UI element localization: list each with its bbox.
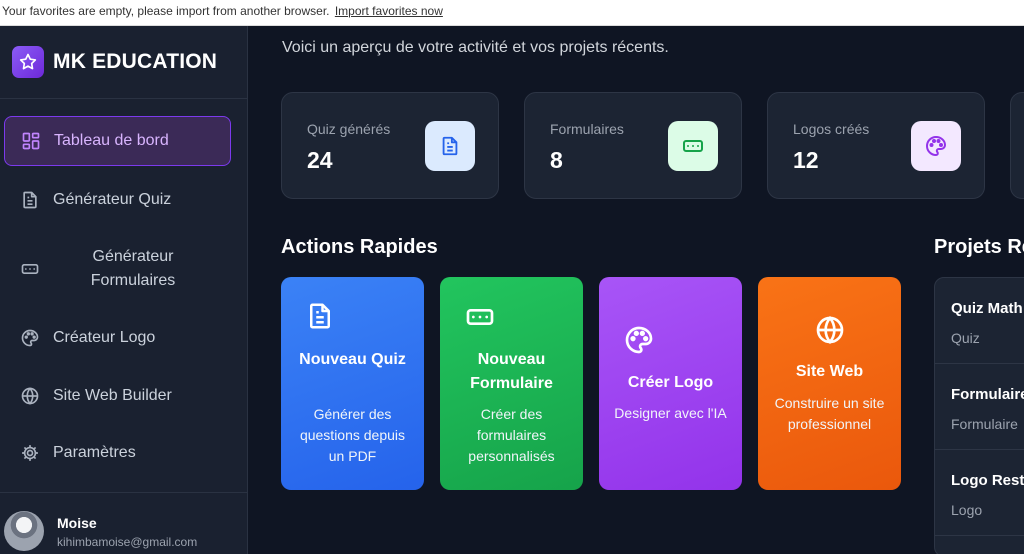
stat-value: 8 bbox=[550, 147, 563, 173]
list-item[interactable]: Formulaire Formulaire bbox=[935, 364, 1024, 450]
import-favorites-link[interactable]: Import favorites now bbox=[335, 4, 443, 18]
avatar bbox=[4, 511, 44, 551]
sidebar-item-form-generator[interactable]: Générateur Formulaires bbox=[4, 240, 231, 298]
sidebar: MK EDUCATION Tableau de bord Générateur … bbox=[0, 26, 248, 554]
stat-value: 24 bbox=[307, 147, 333, 173]
list-item[interactable]: Quiz Math Quiz bbox=[935, 278, 1024, 364]
palette-icon bbox=[20, 328, 40, 348]
action-description: Designer avec l'IA bbox=[614, 405, 727, 421]
project-name: Formulaire bbox=[951, 386, 1024, 403]
globe-icon bbox=[20, 386, 40, 406]
action-description: Créer des formulaires personnalisés bbox=[468, 406, 555, 464]
sidebar-item-label: Créateur Logo bbox=[53, 329, 156, 346]
form-input-icon bbox=[440, 301, 583, 333]
stat-card-forms: Formulaires 8 bbox=[524, 92, 742, 199]
project-name: Quiz Math bbox=[951, 300, 1023, 317]
sidebar-item-label: Tableau de bord bbox=[54, 132, 169, 149]
sidebar-item-quiz-generator[interactable]: Générateur Quiz bbox=[4, 176, 231, 224]
recent-projects-title: Projets Ré bbox=[934, 236, 1024, 258]
user-name: Moise bbox=[57, 515, 97, 531]
action-title: Site Web bbox=[795, 363, 864, 380]
action-title: Nouveau Quiz bbox=[299, 351, 406, 368]
sidebar-item-label: Générateur Quiz bbox=[53, 191, 172, 208]
gear-icon bbox=[20, 443, 40, 463]
stat-card-partial bbox=[1010, 92, 1024, 199]
new-form-button[interactable]: Nouveau Formulaire Créer des formulaires… bbox=[440, 277, 583, 490]
action-description: Générer des questions depuis un PDF bbox=[299, 406, 406, 464]
recent-projects-list: Quiz Math Quiz Formulaire Formulaire Log… bbox=[934, 277, 1024, 554]
list-item[interactable]: Logo Rest Logo bbox=[935, 450, 1024, 536]
sidebar-item-site-builder[interactable]: Site Web Builder bbox=[4, 372, 231, 420]
quick-actions-title: Actions Rapides bbox=[281, 236, 438, 258]
stat-label: Logos créés bbox=[793, 121, 870, 137]
form-input-icon bbox=[668, 121, 718, 171]
stat-label: Formulaires bbox=[550, 121, 624, 137]
sidebar-item-settings[interactable]: Paramètres bbox=[4, 429, 231, 477]
document-icon bbox=[425, 121, 475, 171]
favorites-bar: Your favorites are empty, please import … bbox=[0, 0, 1024, 26]
sidebar-item-logo-creator[interactable]: Créateur Logo bbox=[4, 314, 231, 362]
sidebar-item-label: Paramètres bbox=[53, 444, 136, 461]
brand[interactable]: MK EDUCATION bbox=[0, 26, 247, 99]
action-title: Nouveau Formulaire bbox=[470, 351, 553, 392]
form-input-icon bbox=[20, 259, 40, 279]
project-type: Quiz bbox=[951, 330, 980, 346]
project-name: Logo Rest bbox=[951, 472, 1024, 489]
project-type: Logo bbox=[951, 502, 983, 518]
document-icon bbox=[20, 190, 40, 210]
brand-name: MK EDUCATION bbox=[53, 50, 218, 73]
stat-card-quiz: Quiz générés 24 bbox=[281, 92, 499, 199]
action-title: Créer Logo bbox=[627, 374, 714, 391]
user-profile[interactable]: Moise kihimbamoise@gmail.com bbox=[0, 492, 248, 554]
document-icon bbox=[281, 301, 424, 331]
main-content: Voici un aperçu de votre activité et vos… bbox=[249, 26, 1024, 554]
favorites-message: Your favorites are empty, please import … bbox=[2, 4, 330, 18]
star-icon bbox=[12, 46, 44, 78]
globe-icon bbox=[758, 314, 901, 346]
stat-card-logos: Logos créés 12 bbox=[767, 92, 985, 199]
dashboard-grid-icon bbox=[21, 131, 41, 151]
sidebar-item-label: Site Web Builder bbox=[53, 387, 172, 404]
project-type: Formulaire bbox=[951, 416, 1018, 432]
palette-icon bbox=[911, 121, 961, 171]
user-email: kihimbamoise@gmail.com bbox=[57, 535, 198, 549]
stat-label: Quiz générés bbox=[307, 121, 391, 137]
stat-value: 12 bbox=[793, 147, 819, 173]
page-subtitle: Voici un aperçu de votre activité et vos… bbox=[282, 39, 669, 56]
palette-icon bbox=[599, 324, 742, 356]
sidebar-item-dashboard[interactable]: Tableau de bord bbox=[4, 116, 231, 166]
sidebar-item-label: Générateur Formulaires bbox=[90, 248, 176, 289]
new-quiz-button[interactable]: Nouveau Quiz Générer des questions depui… bbox=[281, 277, 424, 490]
website-button[interactable]: Site Web Construire un site professionne… bbox=[758, 277, 901, 490]
action-description: Construire un site professionnel bbox=[774, 395, 885, 432]
create-logo-button[interactable]: Créer Logo Designer avec l'IA bbox=[599, 277, 742, 490]
